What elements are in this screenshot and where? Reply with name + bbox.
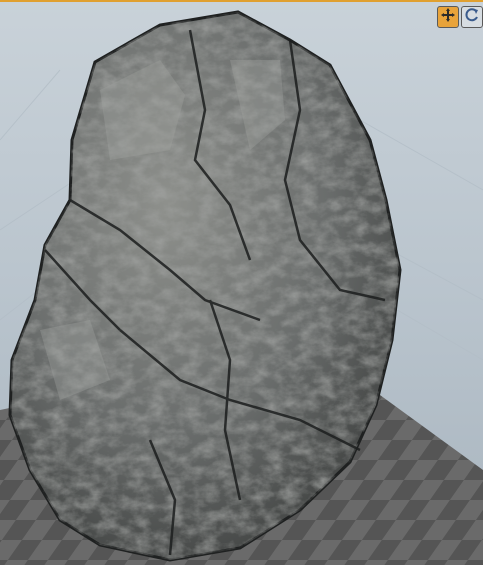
orbit-button[interactable] (461, 6, 483, 28)
navigation-gizmo (437, 6, 483, 28)
3d-viewport[interactable] (0, 0, 483, 565)
scene-canvas[interactable] (0, 0, 483, 565)
pan-arrows-icon (440, 7, 456, 27)
orbit-icon (464, 7, 480, 27)
pan-button[interactable] (437, 6, 459, 28)
